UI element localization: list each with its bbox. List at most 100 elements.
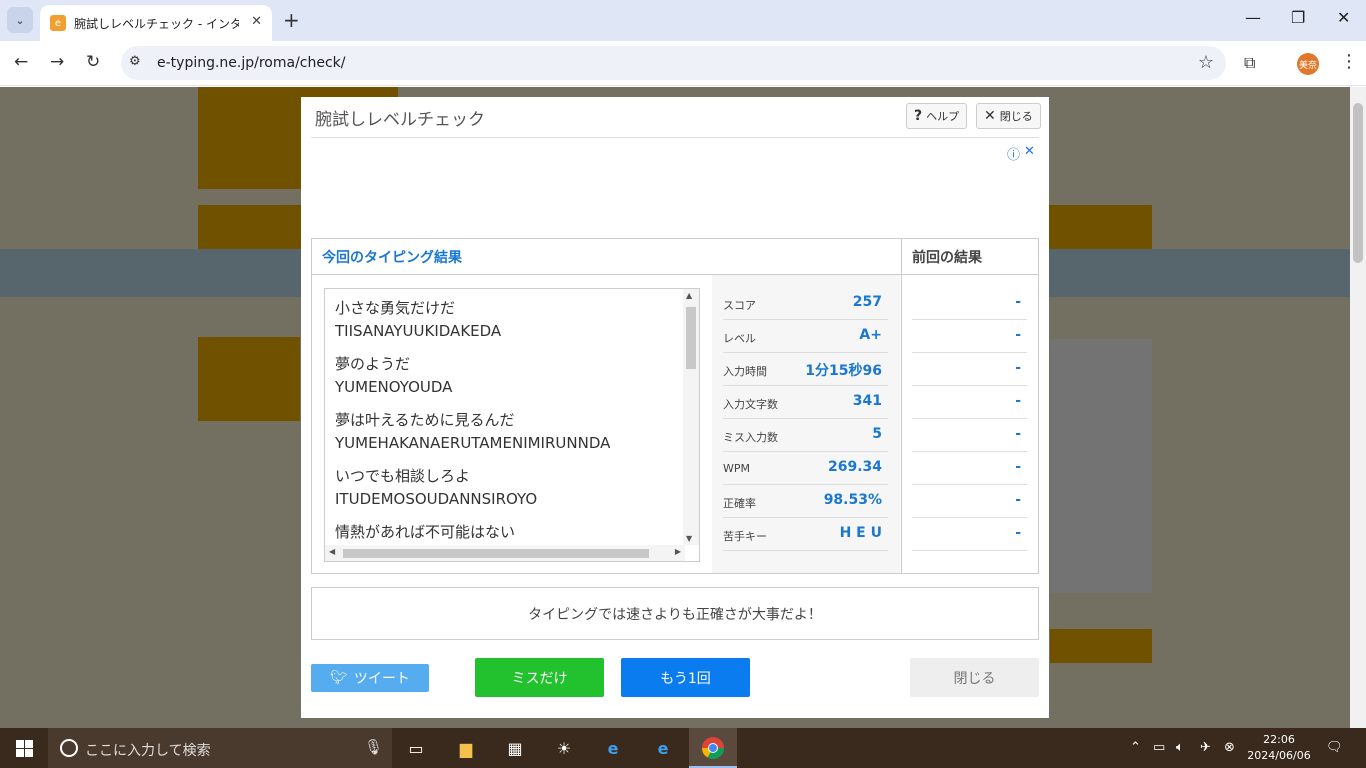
task-view-icon[interactable]: ▭ <box>404 736 428 760</box>
stat-label: 入力時間 <box>723 365 767 378</box>
help-button-label: ヘルプ <box>926 110 960 123</box>
clock-time: 22:06 <box>1263 733 1295 746</box>
network-icon[interactable]: ✈ <box>1200 740 1211 755</box>
tweet-button[interactable]: 🐦︎ ツイート <box>311 664 429 692</box>
ad-info-icon[interactable]: ⓘ <box>1007 144 1020 163</box>
restore-button[interactable]: ❐ <box>1291 8 1305 27</box>
windows-taskbar: ここに入力して検索 🎙︎ ▭ ▆ ▦ ☀ e e ⌃ ▭ 🔈︎ ✈ ⊗ 22:0… <box>0 728 1366 768</box>
japanese-sentence: 夢は叶えるために見るんだ <box>335 411 515 429</box>
japanese-sentence: 情熱があれば不可能はない <box>335 523 516 541</box>
text-vertical-scrollbar[interactable]: ▲ ▼ <box>683 289 699 545</box>
weather-sun-icon[interactable]: ☀ <box>552 736 576 760</box>
browser-menu-icon[interactable]: ⋮ <box>1340 51 1358 72</box>
help-button[interactable]: ? ヘルプ <box>906 103 968 129</box>
stat-value: 1分15秒96 <box>805 363 882 379</box>
stat-value: 5 <box>872 426 882 442</box>
url-text[interactable]: e-typing.ne.jp/roma/check/ <box>157 55 346 71</box>
japanese-sentence: 夢のようだ <box>335 355 411 373</box>
tray-expand-icon[interactable]: ⌃ <box>1130 740 1141 755</box>
stat-value: 257 <box>852 294 882 310</box>
level-check-modal: 腕試しレベルチェック ? ヘルプ ✕ 閉じる ⓘ ✕ 今回のタイピング結果 前回… <box>301 97 1049 718</box>
page-scrollbar[interactable] <box>1350 87 1366 728</box>
typed-text-box[interactable]: 小さな勇気だけだ TIISANAYUUKIDAKEDA 夢のようだ YUMENOYOU… <box>324 288 700 562</box>
scroll-down-icon[interactable]: ▼ <box>686 534 692 543</box>
new-tab-button[interactable]: + <box>283 8 300 32</box>
store-icon[interactable]: ▦ <box>503 736 527 760</box>
close-button[interactable]: 閉じる <box>910 658 1039 697</box>
taskbar-search-box[interactable]: ここに入力して検索 🎙︎ <box>48 728 392 768</box>
taskbar-search-placeholder: ここに入力して検索 <box>85 743 211 759</box>
header-close-button[interactable]: ✕ 閉じる <box>976 103 1041 129</box>
romaji-sentence: TIISANAYUUKIDAKEDA <box>335 322 502 340</box>
previous-stat-row: - <box>912 386 1027 419</box>
romaji-sentence: YUMENOYOUDA <box>335 378 453 396</box>
text-horizontal-scrollbar[interactable]: ◀ ▶ <box>325 545 685 561</box>
stat-label: スコア <box>723 299 756 312</box>
current-results-heading: 今回のタイピング結果 <box>322 250 462 266</box>
previous-stat-value: - <box>1015 294 1021 310</box>
scroll-left-icon[interactable]: ◀ <box>329 547 335 556</box>
notification-close-icon[interactable]: ⊗ <box>1224 740 1235 755</box>
stat-row: 入力時間 1分15秒96 <box>723 353 888 386</box>
tab-strip: ⌄ e 腕試しレベルチェック - インターネット ✕ + — ❐ ✕ <box>0 0 1366 41</box>
forward-button[interactable]: → <box>50 52 64 72</box>
scroll-right-icon[interactable]: ▶ <box>675 547 681 556</box>
header-close-label: 閉じる <box>999 110 1033 123</box>
stat-label: WPM <box>723 462 751 475</box>
close-icon: ✕ <box>984 108 996 124</box>
stat-row: 正確率 98.53% <box>723 485 888 518</box>
text-hscroll-thumb[interactable] <box>343 549 649 558</box>
site-info-icon[interactable]: ⚙ <box>129 54 141 69</box>
minimize-button[interactable]: — <box>1245 8 1261 27</box>
text-vscroll-thumb[interactable] <box>686 307 696 369</box>
previous-results-heading: 前回の結果 <box>912 250 982 266</box>
current-results-header: 今回のタイピング結果 <box>312 239 901 275</box>
modal-title: 腕試しレベルチェック <box>315 110 485 130</box>
bookmark-star-icon[interactable]: ☆ <box>1198 52 1214 73</box>
stat-row: レベル A+ <box>723 320 888 353</box>
previous-stat-row: - <box>912 287 1027 320</box>
internet-explorer-icon[interactable]: e <box>601 736 625 760</box>
stat-label: レベル <box>723 332 756 345</box>
header-divider <box>311 137 1039 138</box>
address-bar[interactable]: ⚙ e-typing.ne.jp/roma/check/ ☆ <box>121 46 1226 80</box>
japanese-sentence: 小さな勇気だけだ <box>335 299 456 317</box>
text-pair: 夢のようだ YUMENOYOUDA <box>335 353 675 399</box>
scroll-up-icon[interactable]: ▲ <box>686 291 692 300</box>
back-button[interactable]: ← <box>14 52 28 72</box>
chrome-taskbar-slot[interactable] <box>689 728 737 768</box>
edge-icon[interactable]: e <box>651 736 675 760</box>
stat-label: 苦手キー <box>723 530 767 543</box>
previous-stat-value: - <box>1015 525 1021 541</box>
volume-icon[interactable]: 🔈︎ <box>1176 740 1184 755</box>
twitter-bird-icon: 🐦︎ <box>330 670 348 686</box>
stat-row: 入力文字数 341 <box>723 386 888 419</box>
start-button[interactable] <box>0 728 48 768</box>
profile-avatar[interactable]: 美奈 <box>1297 53 1319 75</box>
chrome-icon <box>702 737 724 759</box>
cortana-icon <box>60 739 78 757</box>
romaji-sentence: ITUDEMOSOUDANNSIROYO <box>335 490 538 508</box>
file-explorer-icon[interactable]: ▆ <box>454 736 478 760</box>
window-close-button[interactable]: ✕ <box>1337 8 1350 27</box>
extensions-icon[interactable]: ⧉ <box>1244 53 1255 73</box>
taskbar-clock[interactable]: 22:06 2024/06/06 <box>1244 732 1314 764</box>
microphone-icon[interactable]: 🎙︎ <box>364 738 383 756</box>
stat-row: スコア 257 <box>723 287 888 320</box>
tab-search-button[interactable]: ⌄ <box>7 7 33 33</box>
previous-stat-row: - <box>912 485 1027 518</box>
previous-stat-value: - <box>1015 393 1021 409</box>
stat-value: 98.53% <box>823 492 882 508</box>
retry-button[interactable]: もう1回 <box>621 658 750 697</box>
reload-button[interactable]: ↻ <box>86 52 100 72</box>
windows-logo-icon <box>15 739 33 757</box>
action-center-icon[interactable]: 🗨︎ <box>1326 740 1343 755</box>
page-scrollbar-thumb[interactable] <box>1353 103 1363 263</box>
battery-icon[interactable]: ▭ <box>1153 740 1165 755</box>
site-favicon-icon: e <box>50 15 66 31</box>
tab-close-icon[interactable]: ✕ <box>251 14 262 29</box>
browser-tab[interactable]: e 腕試しレベルチェック - インターネット ✕ <box>40 5 272 41</box>
miss-only-button[interactable]: ミスだけ <box>475 658 604 697</box>
ad-close-icon[interactable]: ✕ <box>1024 144 1035 159</box>
text-pair: 夢は叶えるために見るんだ YUMEHAKANAERUTAMENIMIRUNNDA <box>335 409 675 455</box>
